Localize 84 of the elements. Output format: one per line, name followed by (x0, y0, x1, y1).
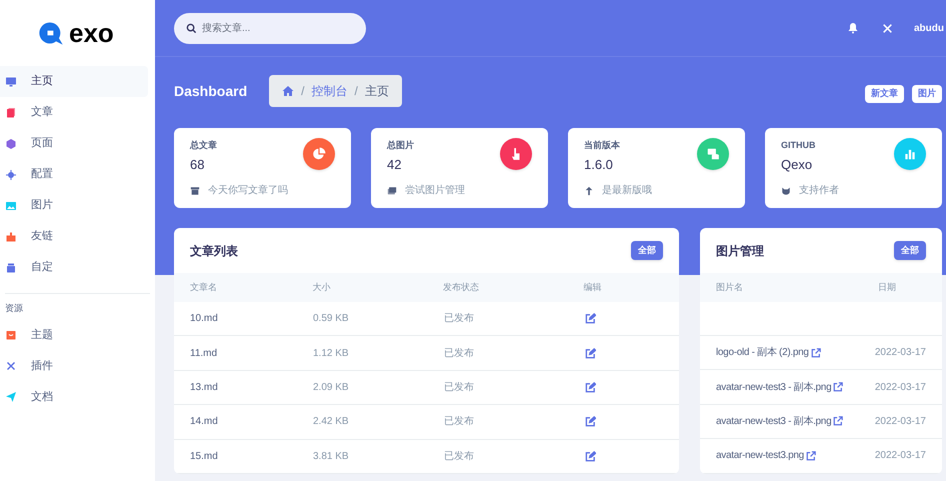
column-header: 编辑 (583, 280, 602, 294)
stat-label: GITHUB (781, 139, 816, 152)
external-link-icon[interactable] (833, 416, 844, 426)
stat-value: 42 (387, 156, 402, 174)
all-button[interactable]: 全部 (631, 241, 663, 260)
table-cell-text: avatar-new-test3 - 副本.png (716, 380, 832, 395)
table-cell-text: 2022-03-17 (874, 414, 926, 429)
table-cell-text: 2022-03-17 (874, 346, 926, 360)
sidebar-item[interactable]: 页面 (0, 128, 148, 159)
table-cell-text: 2.42 KB (313, 415, 350, 430)
sidebar-item[interactable]: 文章 (0, 97, 148, 128)
stat-value: 68 (190, 156, 206, 174)
breadcrumb-link[interactable]: 控制台 (311, 82, 348, 100)
table-cell-text: avatar-new-test3.png (716, 449, 804, 464)
table-cell-text: 2.09 KB (313, 380, 350, 395)
column-header: 大小 (312, 280, 332, 294)
stat-value: 1.6.0 (584, 156, 614, 174)
stat-label: 总文章 (190, 139, 218, 152)
column-header: 文章名 (190, 280, 218, 294)
bell-icon[interactable] (847, 22, 859, 34)
card-title: 图片管理 (716, 242, 764, 260)
sidebar-item[interactable]: 配置 (0, 159, 148, 190)
column-header: 图片名 (716, 280, 744, 294)
edit-icon[interactable] (585, 348, 596, 359)
table-cell-text: 1.12 KB (313, 346, 350, 361)
external-link-icon[interactable] (833, 382, 844, 392)
header-button[interactable]: 新文章 (865, 85, 904, 103)
edit-icon[interactable] (585, 450, 596, 462)
header-button[interactable]: 图片 (912, 85, 942, 103)
sidebar-item[interactable]: 文档 (0, 382, 148, 412)
stat-note: 是最新版哦 (602, 184, 652, 198)
breadcrumb-current: 主页 (364, 83, 389, 100)
table-cell-text: 已发布 (444, 450, 475, 464)
table-cell-text: 2022-03-17 (874, 380, 926, 395)
table-cell-text: avatar-new-test3 - 副本.png (716, 414, 832, 429)
breadcrumb-separator: / (301, 83, 304, 100)
edit-icon[interactable] (585, 313, 596, 324)
table-cell-text: 13.md (190, 380, 219, 395)
column-header: 发布状态 (442, 280, 480, 294)
sidebar-item[interactable]: 主题 (0, 320, 148, 350)
images-icon (387, 186, 397, 196)
edit-icon[interactable] (585, 382, 596, 393)
table-cell-text: 2022-03-17 (874, 449, 926, 464)
column-header: 日期 (878, 280, 896, 294)
table-cell-text: 14.md (190, 415, 219, 430)
stat-note: 今天你写文章了吗 (208, 184, 288, 198)
sidebar-item[interactable]: 主页 (0, 66, 148, 97)
table-cell-text: 10.md (190, 312, 219, 326)
table-cell-text: 0.59 KB (313, 312, 350, 326)
stat-note: 支持作者 (799, 184, 839, 198)
table-cell-text: 15.md (190, 450, 219, 464)
arrow-icon (584, 186, 594, 196)
home-icon[interactable] (282, 85, 294, 97)
section-label: 资源 (4, 302, 24, 315)
table-cell-text: 已发布 (444, 415, 475, 430)
pie-icon (312, 147, 326, 161)
stat-note: 尝试图片管理 (405, 184, 465, 198)
search-icon (186, 22, 197, 34)
logo-text: exo (69, 20, 114, 46)
card-title: 文章列表 (190, 242, 238, 260)
edit-icon[interactable] (585, 416, 596, 428)
stat-label: 当前版本 (584, 139, 621, 152)
archive-icon (190, 186, 200, 196)
stat-value: Qexo (781, 156, 814, 174)
all-button[interactable]: 全部 (894, 241, 926, 260)
table-cell-text: 已发布 (444, 312, 475, 326)
table-cell-text: 已发布 (444, 346, 475, 361)
page-title: Dashboard (174, 82, 248, 100)
breadcrumb-separator: / (354, 83, 358, 100)
search-field[interactable]: 搜索文章... (174, 12, 366, 44)
external-link-icon[interactable] (810, 348, 821, 358)
sidebar-item[interactable]: 友链 (0, 221, 148, 252)
sidebar-item[interactable]: 图片 (0, 190, 148, 221)
external-link-icon[interactable] (806, 450, 816, 461)
stat-label: 总图片 (387, 139, 415, 152)
user-name[interactable]: abudu (914, 20, 946, 36)
sidebar-item[interactable]: 插件 (0, 350, 148, 382)
cat-icon (781, 186, 791, 196)
table-cell-text: 已发布 (444, 380, 475, 395)
sidebar-item[interactable]: 自定 (0, 252, 148, 283)
chart-icon (903, 147, 917, 161)
table-cell-text: 3.81 KB (313, 450, 350, 464)
table-cell-text: 11.md (190, 346, 218, 361)
table-cell-text: logo-old - 副本 (2).png (716, 346, 809, 360)
